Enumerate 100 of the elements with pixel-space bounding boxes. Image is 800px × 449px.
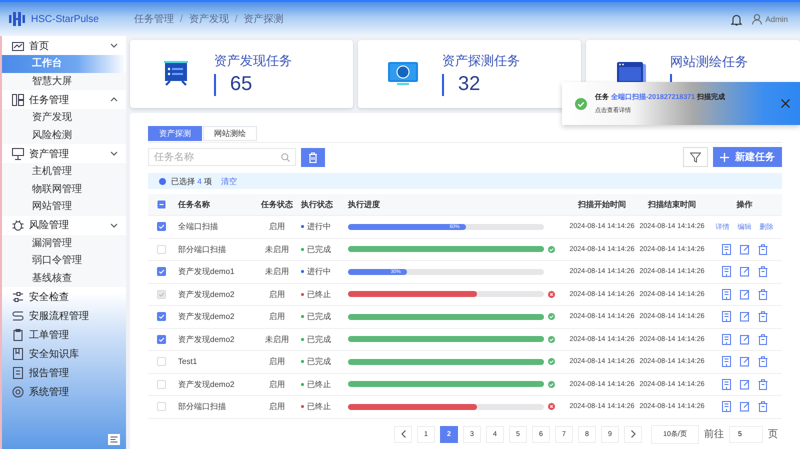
tab[interactable]: 资产探测 [148, 126, 202, 141]
gear-icon [12, 386, 24, 398]
chevron-right-icon [630, 430, 636, 438]
table-cell: 部分端口扫描 [178, 244, 226, 255]
checkbox[interactable] [157, 312, 166, 322]
submenu-item[interactable]: 网站管理 [2, 198, 126, 216]
panels-icon [12, 94, 24, 106]
trash-icon[interactable] [758, 378, 768, 390]
submenu-item[interactable]: 基线核查 [2, 270, 126, 287]
trash-icon[interactable] [758, 288, 768, 300]
edit-icon[interactable] [740, 288, 750, 300]
selection-count: 已选择 4 项 [171, 176, 212, 186]
table-cell: 未启用 [265, 266, 289, 278]
edit-icon[interactable] [740, 378, 750, 390]
trash-icon[interactable] [758, 266, 768, 278]
document-icon[interactable] [722, 334, 732, 345]
submenu-item[interactable]: 物联网管理 [2, 180, 126, 198]
document-icon[interactable] [722, 311, 732, 322]
stat-title: 网站测绘任务 [670, 52, 748, 70]
submenu-item[interactable]: 资产发现 [2, 109, 126, 126]
menu-item[interactable]: 报告管理 [2, 363, 126, 382]
table-cell: 启用 [269, 288, 285, 300]
menu-item[interactable]: 系统管理 [2, 382, 126, 401]
edit-icon[interactable] [740, 266, 750, 278]
filter-icon [690, 152, 701, 162]
status-text: 已完成 [307, 244, 331, 255]
trash-icon [308, 152, 318, 162]
document-icon[interactable] [722, 401, 732, 412]
check-circle-icon [548, 246, 555, 253]
trash-icon[interactable] [758, 334, 768, 345]
filter-button[interactable] [683, 147, 708, 167]
delete-button[interactable] [301, 148, 325, 166]
checkbox[interactable] [157, 200, 166, 209]
document-icon[interactable] [722, 378, 732, 390]
new-task-button[interactable]: 新建任务 [713, 147, 782, 167]
menu-item[interactable]: 安全知识库 [2, 344, 126, 363]
submenu-item[interactable]: 智慧大屏 [2, 72, 126, 90]
column-header: 执行进度 [348, 199, 380, 210]
tab[interactable]: 网站测绘 [203, 126, 257, 141]
edit-icon[interactable] [740, 311, 750, 322]
menu-item[interactable]: 资产管理 [2, 144, 126, 163]
menu-item[interactable]: 首页 [2, 36, 126, 55]
table-cell: 未启用 [265, 334, 289, 345]
table-cell: 启用 [269, 356, 285, 368]
bell-icon[interactable] [731, 12, 742, 26]
edit-icon[interactable] [740, 401, 750, 412]
edit-icon[interactable] [740, 334, 750, 345]
submenu-item[interactable]: 弱口令管理 [2, 252, 126, 270]
chevron-left-icon [400, 430, 406, 438]
table-cell: 资产发现demo2 [178, 334, 234, 345]
stat-title: 资产探测任务 [442, 52, 520, 70]
user-name: Admin [765, 14, 788, 24]
table-cell: 资产发现demo2 [178, 288, 234, 300]
table-cell: 未启用 [265, 244, 289, 255]
check-circle-icon [548, 380, 555, 388]
collapse-menu-icon[interactable] [108, 434, 120, 445]
chart-icon [12, 40, 24, 52]
stat-value: 32 [458, 73, 480, 96]
user-menu[interactable]: Admin [752, 14, 788, 24]
next-page-button[interactable] [624, 426, 642, 442]
table-cell: 部分端口扫描 [178, 401, 226, 412]
sliders-icon [12, 290, 24, 302]
document-icon[interactable] [722, 356, 732, 368]
menu-item[interactable]: 安服流程管理 [2, 306, 126, 325]
status-text: 已终止 [307, 401, 331, 412]
document-icon[interactable] [722, 288, 732, 300]
trash-icon[interactable] [758, 311, 768, 322]
breadcrumb-separator: / [180, 14, 183, 24]
status-text: 进行中 [307, 221, 331, 232]
table-cell: 启用 [269, 401, 285, 412]
trash-icon[interactable] [758, 244, 768, 255]
previous-page-button[interactable] [394, 426, 412, 442]
trash-icon[interactable] [758, 401, 768, 412]
check-circle-icon [548, 358, 555, 366]
menu-item[interactable]: 风险管理 [2, 216, 126, 234]
checkbox[interactable] [157, 222, 166, 232]
status-text: 已完成 [307, 356, 331, 368]
edit-icon[interactable] [740, 244, 750, 255]
trash-icon[interactable] [758, 356, 768, 368]
checkbox[interactable] [157, 334, 166, 344]
document-icon[interactable] [722, 266, 732, 278]
flow-icon [12, 310, 24, 322]
submenu-item[interactable]: 漏洞管理 [2, 234, 126, 252]
menu-item[interactable]: 安全检查 [2, 287, 126, 306]
check-circle-icon [548, 313, 555, 320]
close-icon[interactable] [781, 99, 790, 108]
submenu-item[interactable]: 风险检测 [2, 126, 126, 144]
edit-icon[interactable] [740, 356, 750, 368]
search-field[interactable]: 任务名称 [148, 148, 296, 166]
column-header: 操作 [736, 199, 752, 210]
table-cell: 启用 [269, 311, 285, 322]
checkbox[interactable] [157, 267, 166, 276]
menu-item[interactable]: 工单管理 [2, 325, 126, 344]
goto-label: 前往 [704, 428, 724, 441]
submenu-item[interactable]: 主机管理 [2, 163, 126, 180]
document-icon[interactable] [722, 244, 732, 255]
menu-item[interactable]: 任务管理 [2, 90, 126, 109]
clear-link[interactable]: 清空 [220, 176, 237, 186]
report-icon [12, 366, 24, 378]
stat-title: 资产发现任务 [214, 52, 292, 70]
